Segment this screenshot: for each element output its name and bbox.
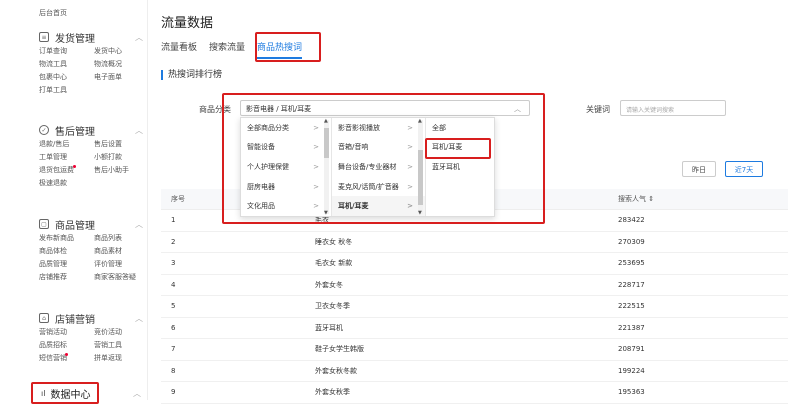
sidebar-item[interactable]: 售后小助手: [94, 165, 149, 175]
gift-icon: ⌂: [39, 313, 49, 323]
sidebar-item-home[interactable]: 后台首页: [39, 8, 67, 18]
sidebar-item-data-center[interactable]: ıl 数据中心 ︿: [31, 382, 141, 404]
sidebar-item[interactable]: 店铺推荐: [39, 272, 94, 282]
table-row: 6 蓝牙耳机 221387: [161, 318, 788, 339]
sidebar-row: 商品体检 商品素材: [39, 244, 149, 257]
sidebar-item[interactable]: 商家客服答疑: [94, 272, 149, 282]
sidebar-item[interactable]: 品质招标: [39, 340, 94, 350]
sidebar-item[interactable]: 售后设置: [94, 139, 149, 149]
sidebar-row: 发布新商品 商品列表: [39, 231, 149, 244]
sidebar-item[interactable]: 商品列表: [94, 233, 149, 243]
page-title: 流量数据: [161, 16, 214, 31]
sidebar-item[interactable]: 拼单返现: [94, 353, 149, 363]
chevron-up-icon: ︿: [135, 33, 143, 42]
sidebar-item[interactable]: 退款/售后: [39, 139, 94, 149]
column-header-index: 序号: [171, 195, 185, 203]
table-row: 4 外套女冬 228717: [161, 275, 788, 296]
sidebar-item[interactable]: 发货中心: [94, 46, 149, 56]
sidebar-group-header[interactable]: ⌂ 店铺营销 ︿: [39, 311, 149, 326]
sidebar-item[interactable]: 营销活动: [39, 327, 94, 337]
document-icon: ≡: [39, 32, 49, 42]
sidebar-row: 品质招标 营销工具: [39, 338, 149, 351]
yesterday-button[interactable]: 昨日: [682, 161, 716, 177]
sidebar-item[interactable]: 退货包运费: [39, 164, 94, 175]
sidebar-item[interactable]: 商品素材: [94, 246, 149, 256]
sidebar-row: 订单查询 发货中心: [39, 44, 149, 57]
sidebar-item[interactable]: 竞价活动: [94, 327, 149, 337]
sidebar-item[interactable]: 物流工具: [39, 59, 94, 69]
tab-traffic-board[interactable]: 流量看板: [161, 40, 197, 59]
sidebar-item[interactable]: 品质管理: [39, 259, 94, 269]
sidebar-item[interactable]: 小额打款: [94, 152, 149, 162]
keyword-label: 关键词: [586, 105, 610, 114]
sidebar-item[interactable]: 极速退款: [39, 178, 94, 188]
sidebar-group-products: ▢ 商品管理 ︿ 发布新商品 商品列表 商品体检 商品素材 品质管理 评价管理 店铺推荐商…: [39, 217, 149, 283]
sidebar-row: 极速退款: [39, 176, 149, 189]
sidebar-group-aftersales: ✓ 售后管理 ︿ 退款/售后 售后设置 工单管理 小额打款 退货包运费 售后小助手 极速退…: [39, 123, 149, 189]
sidebar-group-header[interactable]: ▢ 商品管理 ︿: [39, 217, 149, 232]
tab-search-traffic[interactable]: 搜索流量: [209, 40, 245, 59]
highlight-box: [222, 93, 545, 224]
sidebar-row: 工单管理 小额打款: [39, 150, 149, 163]
sidebar-row: 退货包运费 售后小助手: [39, 163, 149, 176]
sidebar-item[interactable]: 工单管理: [39, 152, 94, 162]
keyword-input[interactable]: 请输入关键词搜索: [620, 100, 726, 116]
table-row: 9 外套女秋季 195363: [161, 382, 788, 404]
last-7-days-button[interactable]: 近7天: [725, 161, 763, 177]
table-row: 8 外套女秋冬款 199224: [161, 361, 788, 382]
sidebar-group-header[interactable]: ≡ 发货管理 ︿: [39, 30, 149, 45]
highlight-box: [255, 32, 321, 62]
sidebar-group-header[interactable]: ✓ 售后管理 ︿: [39, 123, 149, 138]
sidebar-item[interactable]: 订单查询: [39, 46, 94, 56]
sidebar-item[interactable]: 短信营销: [39, 352, 94, 363]
shield-icon: ✓: [39, 125, 49, 135]
chevron-up-icon: ︿: [135, 314, 143, 323]
sidebar: 后台首页 ≡ 发货管理 ︿ 订单查询 发货中心 物流工具 物流概况 包裹中心 电子面单 打…: [0, 0, 148, 400]
sidebar-row: 包裹中心 电子面单: [39, 70, 149, 83]
sidebar-row: 退款/售后 售后设置: [39, 137, 149, 150]
table-row: 7 鞋子女学生韩版 208791: [161, 339, 788, 361]
table-row: 5 卫衣女冬季 222515: [161, 296, 788, 318]
section-title: 热搜词排行榜: [161, 70, 222, 80]
box-icon: ▢: [39, 219, 49, 229]
sidebar-group-shipping: ≡ 发货管理 ︿ 订单查询 发货中心 物流工具 物流概况 包裹中心 电子面单 打单工具: [39, 30, 149, 96]
sidebar-item[interactable]: 物流概况: [94, 59, 149, 69]
column-header-popularity[interactable]: 搜索人气 ⇕: [618, 194, 654, 204]
sidebar-item[interactable]: 评价管理: [94, 259, 149, 269]
sidebar-row: 营销活动 竞价活动: [39, 325, 149, 338]
sidebar-group-marketing: ⌂ 店铺营销 ︿ 营销活动 竞价活动 品质招标 营销工具 短信营销 拼单返现: [39, 311, 149, 364]
bar-chart-icon: ıl: [41, 388, 46, 398]
sidebar-item[interactable]: 商品体检: [39, 246, 94, 256]
chevron-up-icon: ︿: [135, 126, 143, 135]
sidebar-item[interactable]: 营销工具: [94, 340, 149, 350]
sidebar-row: 打单工具: [39, 83, 149, 96]
chevron-up-icon: ︿: [135, 220, 143, 229]
sidebar-item[interactable]: 打单工具: [39, 85, 94, 95]
sidebar-item[interactable]: 包裹中心: [39, 72, 94, 82]
table-row: 3 毛衣女 新款 253695: [161, 253, 788, 275]
table-row: 2 睡衣女 秋冬 270309: [161, 232, 788, 253]
sidebar-row: 物流工具 物流概况: [39, 57, 149, 70]
sidebar-item[interactable]: 发布新商品: [39, 233, 94, 243]
sidebar-row: 短信营销 拼单返现: [39, 351, 149, 364]
sidebar-row: 品质管理 评价管理: [39, 257, 149, 270]
sidebar-row: 店铺推荐 商家客服答疑: [39, 270, 149, 283]
chevron-up-icon: ︿: [133, 388, 141, 398]
sidebar-item[interactable]: 电子面单: [94, 72, 149, 82]
